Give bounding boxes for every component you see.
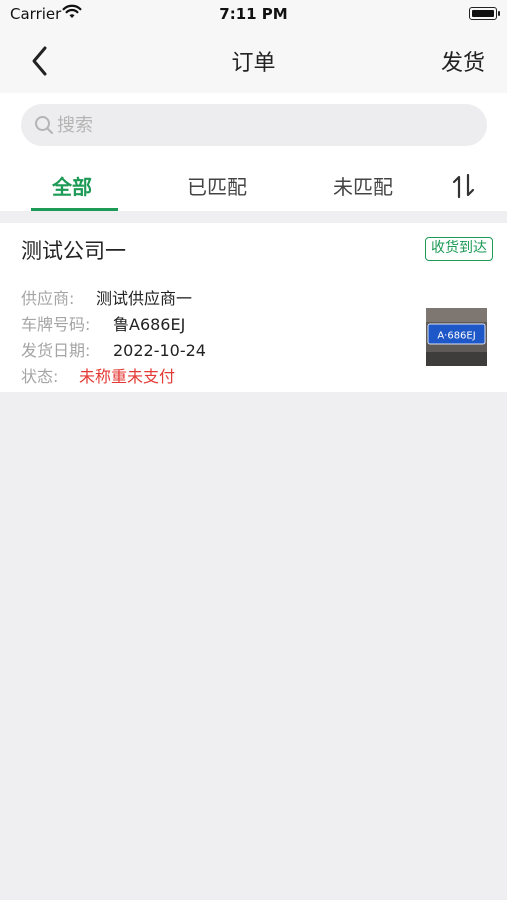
search-box[interactable] (21, 104, 487, 146)
tab-unmatched[interactable]: 未匹配 (333, 171, 393, 200)
search-icon (34, 115, 54, 139)
page-title: 订单 (231, 51, 276, 76)
clock: 7:11 PM (219, 5, 288, 23)
state-value: 未称重未支付 (79, 367, 176, 386)
order-card[interactable]: 测试公司一 收货到达 供应商: 测试供应商一 车牌号码: 鲁A686EJ 发货日期:… (0, 223, 507, 392)
status-badge: 收货到达 (425, 237, 493, 261)
license-plate-photo[interactable]: A·686EJ (426, 308, 487, 366)
plate-label: 车牌号码: (21, 315, 91, 334)
date-label: 发货日期: (21, 341, 91, 360)
supplier-value: 测试供应商一 (96, 289, 193, 308)
tab-all[interactable]: 全部 (52, 171, 92, 200)
sort-button[interactable] (450, 169, 480, 203)
supplier-label: 供应商: (21, 289, 75, 308)
plate-row: 车牌号码: 鲁A686EJ (21, 311, 185, 335)
date-row: 发货日期: 2022-10-24 (21, 337, 206, 361)
navigation-bar: 订单 发货 (0, 28, 507, 93)
search-and-tabs: 全部 已匹配 未匹配 (0, 93, 507, 211)
battery-icon (469, 7, 500, 20)
state-label: 状态: (21, 367, 59, 386)
plate-value: 鲁A686EJ (113, 315, 186, 334)
search-input[interactable] (57, 104, 457, 146)
status-bar: Carrier 7:11 PM (0, 0, 507, 28)
date-value: 2022-10-24 (113, 341, 206, 360)
state-row: 状态: 未称重未支付 (21, 363, 175, 387)
sort-icon (452, 173, 475, 199)
company-name: 测试公司一 (21, 239, 126, 263)
supplier-row: 供应商: 测试供应商一 (21, 285, 192, 309)
plate-photo-text: A·686EJ (437, 331, 475, 342)
active-tab-indicator (31, 208, 118, 211)
filter-tabs: 全部 已匹配 未匹配 (0, 161, 507, 211)
tab-matched[interactable]: 已匹配 (187, 171, 247, 200)
ship-button[interactable]: 发货 (441, 45, 485, 77)
